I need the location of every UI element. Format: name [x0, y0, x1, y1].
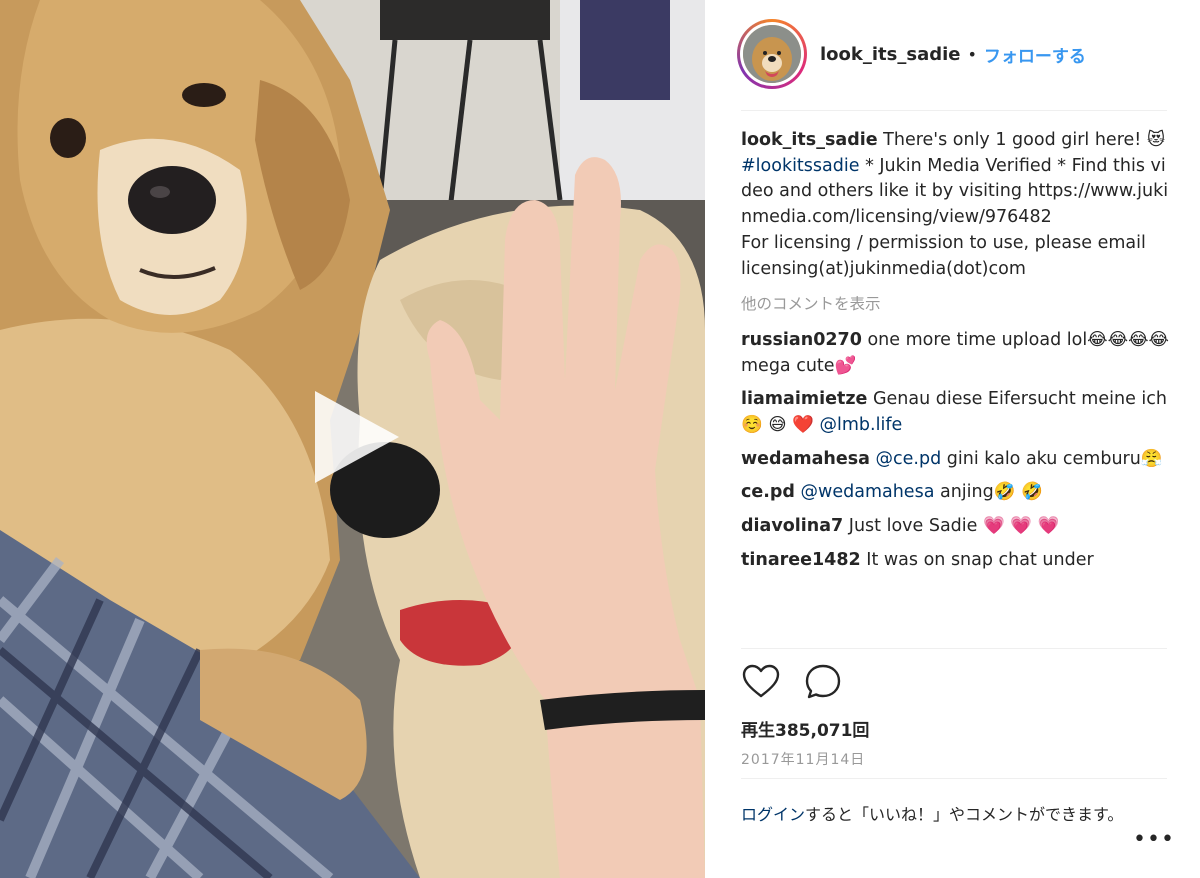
comment-mention[interactable]: @wedamahesa [801, 482, 935, 502]
heart-icon[interactable] [741, 662, 781, 702]
comment-username[interactable]: ce.pd [741, 482, 795, 502]
caption-text-3: For licensing / permission to use, pleas… [741, 232, 1146, 279]
load-more-comments-link[interactable]: 他のコメントを表示 [741, 292, 1171, 318]
comment-item: ce.pd @wedamahesa anjing🤣 🤣 [741, 480, 1171, 506]
action-bar [741, 662, 865, 702]
follow-button[interactable]: フォローする [984, 42, 1086, 67]
comment-item: russian0270 one more time upload lol😂😂😂😂… [741, 328, 1171, 379]
play-icon[interactable] [303, 385, 407, 489]
post-date[interactable]: 2017年11月14日 [741, 749, 865, 769]
comment-text: Just love Sadie 💗 💗 💗 [843, 516, 1060, 537]
comment-text: anjing🤣 🤣 [934, 482, 1043, 503]
comment-username[interactable]: russian0270 [741, 330, 862, 350]
footer-divider [741, 778, 1167, 779]
caption-username[interactable]: look_its_sadie [741, 130, 878, 150]
comment-mention[interactable]: @lmb.life [820, 415, 903, 435]
view-count: 再生385,071回 [741, 721, 870, 741]
header-separator: • [967, 44, 977, 64]
login-prompt-text: すると「いいね！」やコメントができます。 [805, 805, 1124, 824]
comment-item: wedamahesa @ce.pd gini kalo aku cemburu😤 [741, 447, 1171, 473]
comment-text: gini kalo aku cemburu😤 [941, 448, 1163, 469]
post-header: look_its_sadie • フォローする [737, 18, 1167, 90]
comments-list[interactable]: look_its_sadie There's only 1 good girl … [741, 128, 1171, 646]
comment-username[interactable]: tinaree1482 [741, 550, 861, 570]
avatar[interactable] [737, 19, 807, 89]
comment-username[interactable]: diavolina7 [741, 516, 843, 536]
post-video[interactable] [0, 0, 705, 878]
actions-divider [741, 648, 1167, 649]
comment-item: liamaimietze Genau diese Eifersucht mein… [741, 387, 1171, 438]
caption-hashtag[interactable]: #lookitssadie [741, 156, 860, 176]
login-prompt: ログインすると「いいね！」やコメントができます。 [741, 802, 1131, 828]
caption-text-1: There's only 1 good girl here! 😻 [877, 130, 1166, 150]
avatar-dog-image [743, 25, 801, 83]
login-link[interactable]: ログイン [741, 805, 805, 824]
comment-text: It was on snap chat under [860, 549, 1094, 570]
post-side-panel: look_its_sadie • フォローする look_its_sadie T… [705, 0, 1200, 878]
header-divider [741, 110, 1167, 111]
post-caption: look_its_sadie There's only 1 good girl … [741, 128, 1171, 282]
comment-bubble-icon[interactable] [803, 662, 843, 702]
comment-item: diavolina7 Just love Sadie 💗 💗 💗 [741, 514, 1171, 540]
more-options-icon[interactable]: ••• [1133, 827, 1175, 852]
comment-item: tinaree1482 It was on snap chat under [741, 548, 1171, 574]
header-username[interactable]: look_its_sadie [820, 44, 960, 65]
comment-username[interactable]: wedamahesa [741, 449, 870, 469]
comment-mention[interactable]: @ce.pd [876, 449, 942, 469]
comment-username[interactable]: liamaimietze [741, 389, 867, 409]
